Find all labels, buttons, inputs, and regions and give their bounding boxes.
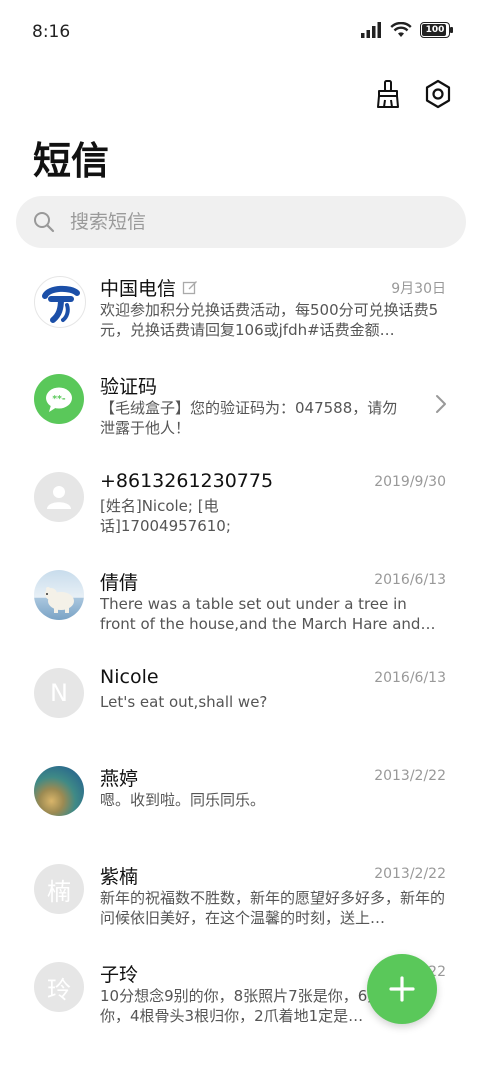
message-sender: 中国电信 — [100, 274, 198, 301]
message-sender: 倩倩 — [100, 568, 138, 595]
signal-icon — [361, 22, 381, 38]
message-sender: 紫楠 — [100, 862, 138, 889]
message-sender-name: 倩倩 — [100, 572, 139, 594]
avatar-initial: N — [34, 668, 84, 718]
message-preview: 【毛绒盒子】您的验证码为：047588，请勿泄露于他人！ — [100, 399, 398, 437]
message-row[interactable]: 楠 紫楠 2013/2/22 新年的祝福数不胜数，新年的愿望好多好多，新年的问候… — [0, 850, 480, 948]
message-date: 2016/6/13 — [374, 572, 446, 588]
message-preview: There was a table set out under a tree i… — [100, 595, 421, 633]
status-icons: 100 — [360, 22, 453, 38]
message-date: 2013/2/22 — [374, 768, 446, 784]
message-list: 中国电信 9月30日 欢迎参加积分兑换话费活动，每500分可兑换话费5元，兑换话… — [0, 262, 480, 1046]
message-sender-name: 燕婷 — [100, 768, 139, 790]
message-row[interactable]: **- 验证码 【毛绒盒子】您的验证码为：047588，请勿泄露于他人！ — [0, 360, 480, 458]
search-bar[interactable] — [16, 196, 466, 248]
landscape-photo — [34, 766, 84, 816]
status-bar: 8:16 100 — [0, 0, 480, 64]
china-telecom-logo — [34, 276, 86, 328]
broom-icon — [377, 80, 399, 108]
new-message-button[interactable] — [367, 954, 437, 1024]
message-date: 9月30日 — [391, 281, 446, 297]
search-icon — [34, 212, 55, 233]
svg-text:**-: **- — [52, 395, 65, 405]
edit-icon — [182, 280, 197, 294]
wifi-icon — [390, 22, 412, 37]
message-row[interactable]: 倩倩 2016/6/13 There was a table set out u… — [0, 556, 480, 654]
message-sender: 子玲 — [100, 960, 138, 987]
message-preview: 新年的祝福数不胜数，新年的愿望好多好多，新年的问候依旧美好，在这个温馨的时刻，送… — [100, 889, 445, 927]
avatar-initial: 玲 — [34, 962, 84, 1012]
message-row[interactable]: 中国电信 9月30日 欢迎参加积分兑换话费活动，每500分可兑换话费5元，兑换话… — [0, 262, 480, 360]
polar-bear-photo — [34, 570, 84, 620]
chevron-right-icon[interactable] — [434, 394, 448, 414]
message-row[interactable]: N Nicole 2016/6/13 Let's eat out,shall w… — [0, 654, 480, 752]
message-sender-name: 中国电信 — [100, 278, 177, 300]
message-sender: Nicole — [100, 666, 159, 688]
message-date: 2013/2/22 — [374, 866, 446, 882]
message-sender: 验证码 — [100, 372, 157, 399]
settings-button[interactable] — [422, 78, 454, 110]
search-input[interactable] — [68, 210, 432, 234]
avatar-initial: 楠 — [34, 864, 84, 914]
battery-level-text: 100 — [425, 25, 445, 35]
message-row[interactable]: 燕婷 2013/2/22 嗯。收到啦。同乐同乐。 — [0, 752, 480, 850]
message-preview: 嗯。收到啦。同乐同乐。 — [100, 791, 266, 809]
message-sender-name: Nicole — [100, 666, 159, 688]
plus-icon — [389, 976, 415, 1002]
message-preview: Let's eat out,shall we? — [100, 693, 268, 711]
status-time: 8:16 — [32, 22, 71, 42]
top-actions — [372, 78, 454, 110]
clean-button[interactable] — [372, 78, 404, 110]
message-date: 2016/6/13 — [374, 670, 446, 686]
message-preview: 欢迎参加积分兑换话费活动，每500分可兑换话费5元，兑换话费请回复106或jfd… — [100, 301, 439, 339]
person-icon — [34, 472, 84, 522]
message-sender-name: +8613261230775 — [100, 470, 274, 492]
message-row[interactable]: +8613261230775 2019/9/30 [姓名]Nicole; [电话… — [0, 458, 480, 556]
message-preview: [姓名]Nicole; [电话]17004957610; — [100, 497, 231, 535]
message-sender: 燕婷 — [100, 764, 138, 791]
chat-bubble-icon: **- — [34, 374, 84, 424]
message-sender-name: 验证码 — [100, 376, 158, 398]
gear-icon — [425, 79, 451, 109]
message-sender: +8613261230775 — [100, 470, 273, 492]
battery-icon: 100 — [420, 22, 453, 38]
page-title: 短信 — [33, 139, 110, 183]
message-sender-name: 子玲 — [100, 964, 139, 986]
message-date: 2019/9/30 — [374, 474, 446, 490]
message-sender-name: 紫楠 — [100, 866, 139, 888]
